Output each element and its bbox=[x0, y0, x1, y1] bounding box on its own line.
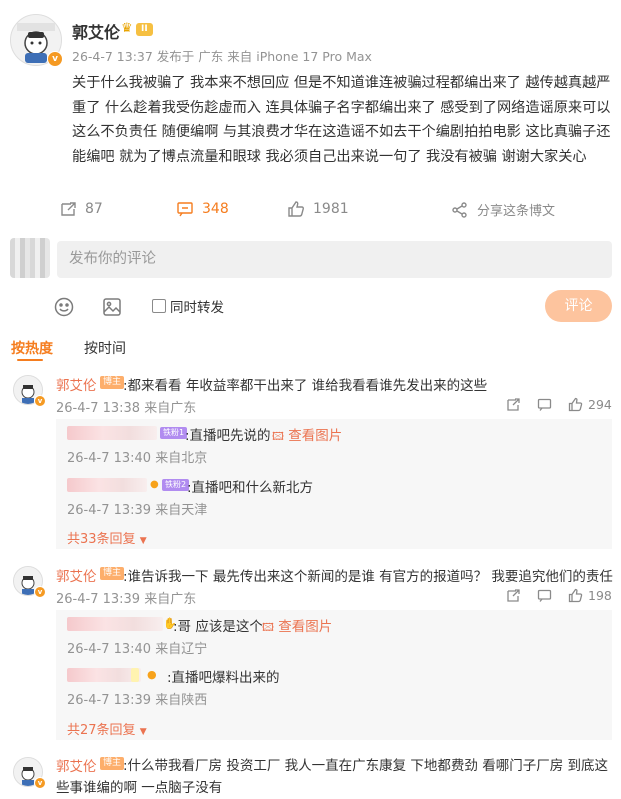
like-count: 1981 bbox=[313, 201, 349, 217]
comment-author[interactable]: 郭艾伦 bbox=[56, 565, 97, 585]
crown-icon: ♛ bbox=[121, 21, 133, 36]
comment-actions: 198 bbox=[506, 588, 612, 603]
comment-icon bbox=[177, 202, 193, 217]
comment-count: 348 bbox=[202, 201, 229, 217]
thumbs-up-icon bbox=[568, 397, 583, 412]
repost-icon[interactable] bbox=[506, 588, 521, 603]
fan-tag: 铁粉2 bbox=[162, 479, 190, 491]
reply-meta: 26-4-7 13:40 来自辽宁 bbox=[67, 642, 208, 657]
my-avatar bbox=[10, 238, 50, 278]
author-name[interactable]: 郭艾伦 bbox=[72, 19, 120, 43]
comment-like-button[interactable]: 198 bbox=[568, 588, 612, 603]
share-label: 分享这条博文 bbox=[477, 204, 556, 219]
repost-icon bbox=[61, 202, 76, 216]
image-small-icon: 🖾 bbox=[272, 430, 284, 443]
comment-text: :都来看看 年收益率都干出来了 谁给我看看谁先发出来的这些 bbox=[123, 378, 488, 394]
view-image-label: 查看图片 bbox=[288, 428, 343, 444]
reply-author-blurred[interactable] bbox=[67, 668, 141, 682]
reply-meta: 26-4-7 13:39 来自天津 bbox=[67, 503, 208, 518]
submit-comment-button[interactable]: 评论 bbox=[545, 290, 612, 322]
comment-text: :谁告诉我一下 最先传出来这个新闻的是谁 有官方的报道吗？ 我要追究他们的责任 bbox=[123, 569, 613, 585]
reply-meta: 26-4-7 13:39 来自陕西 bbox=[67, 693, 208, 708]
comment-meta: 26-4-7 13:39 来自广东 bbox=[56, 592, 197, 607]
blogger-tag: 博主 bbox=[100, 376, 125, 389]
repost-count: 87 bbox=[85, 201, 103, 217]
emoji-icon[interactable] bbox=[53, 296, 75, 318]
repost-checkbox-label: 同时转发 bbox=[170, 300, 224, 316]
comment-button[interactable]: 348 bbox=[176, 200, 229, 218]
like-button[interactable]: 1981 bbox=[287, 200, 349, 218]
more-replies-label: 共27条回复 bbox=[67, 723, 136, 738]
thumbs-up-icon bbox=[288, 201, 304, 217]
verified-icon: v bbox=[34, 395, 46, 407]
reply-author-blurred[interactable] bbox=[67, 426, 157, 440]
verified-icon: v bbox=[34, 586, 46, 598]
image-icon[interactable] bbox=[101, 296, 123, 318]
medal-icon: ● bbox=[150, 479, 159, 490]
comment-icon[interactable] bbox=[537, 397, 552, 412]
fan-tag: 铁粉1 bbox=[160, 427, 188, 439]
comment-like-button[interactable]: 294 bbox=[568, 397, 612, 412]
comment-author[interactable]: 郭艾伦 bbox=[56, 374, 97, 394]
caret-down-icon: ▼ bbox=[139, 727, 147, 737]
reply-author-blurred[interactable] bbox=[67, 478, 147, 492]
repost-icon[interactable] bbox=[506, 397, 521, 412]
thumbs-up-icon bbox=[568, 588, 583, 603]
view-image-label: 查看图片 bbox=[278, 619, 333, 635]
more-replies-link[interactable]: 共27条回复 ▼ bbox=[67, 719, 147, 738]
medal-icon: ● bbox=[147, 668, 157, 681]
tab-sort-hot[interactable]: 按热度 bbox=[11, 338, 53, 358]
reply-text: :直播吧先说的 bbox=[185, 428, 271, 444]
comment-icon[interactable] bbox=[537, 588, 552, 603]
reply-author-blurred[interactable] bbox=[67, 617, 163, 631]
share-icon bbox=[452, 201, 467, 218]
view-image-link[interactable]: 🖾 查看图片 bbox=[272, 424, 342, 447]
more-replies-link[interactable]: 共33条回复 ▼ bbox=[67, 528, 147, 547]
reply-text: :哥 应该是这个 bbox=[173, 619, 263, 635]
level-badge: II bbox=[136, 23, 153, 36]
comment-like-count: 198 bbox=[588, 588, 612, 603]
caret-down-icon: ▼ bbox=[139, 536, 147, 546]
comment-input[interactable]: 发布你的评论 bbox=[57, 241, 612, 278]
view-image-link[interactable]: 🖾 查看图片 bbox=[262, 615, 332, 638]
more-replies-label: 共33条回复 bbox=[67, 532, 136, 547]
reply-meta: 26-4-7 13:40 来自北京 bbox=[67, 451, 208, 466]
share-button[interactable]: 分享这条博文 bbox=[451, 200, 555, 219]
reply-text: :直播吧爆料出来的 bbox=[167, 670, 280, 686]
post-meta: 26-4-7 13:37 发布于 广东 来自 iPhone 17 Pro Max bbox=[72, 49, 372, 64]
verified-icon: v bbox=[34, 777, 46, 789]
verified-icon: v bbox=[47, 51, 63, 67]
reply-text: :直播吧和什么新北方 bbox=[187, 480, 314, 496]
comment-like-count: 294 bbox=[588, 397, 612, 412]
post-text: 关于什么我被骗了 我本来不想回应 但是不知道谁连被骗过程都编出来了 越传越真越严… bbox=[72, 75, 611, 165]
tab-sort-time[interactable]: 按时间 bbox=[84, 338, 126, 358]
repost-checkbox[interactable] bbox=[152, 299, 166, 313]
image-small-icon: 🖾 bbox=[262, 621, 274, 634]
light-icon bbox=[131, 668, 139, 682]
active-tab-indicator bbox=[17, 359, 43, 361]
comment-text: :什么带我看厂房 投资工厂 我人一直在广东康复 下地都费劲 看哪门子厂房 到底这… bbox=[56, 758, 609, 796]
blogger-tag: 博主 bbox=[100, 567, 125, 580]
comment-meta: 26-4-7 13:38 来自广东 bbox=[56, 401, 197, 416]
repost-button[interactable]: 87 bbox=[59, 200, 103, 218]
comment-actions: 294 bbox=[506, 397, 612, 412]
